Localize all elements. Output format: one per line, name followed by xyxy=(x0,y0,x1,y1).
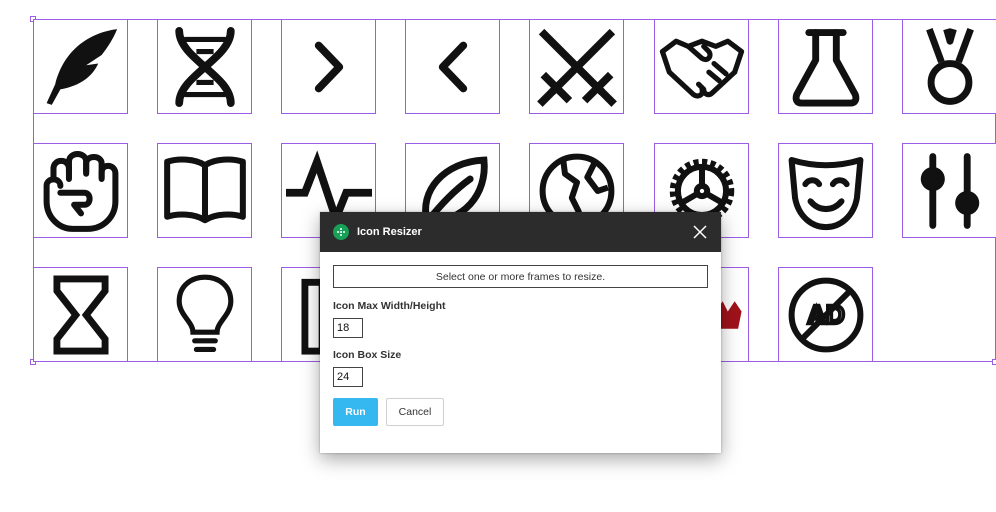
close-icon[interactable] xyxy=(691,223,709,241)
icon-frame-theater-mask[interactable] xyxy=(778,143,873,238)
icon-frame-chevron-right[interactable] xyxy=(281,19,376,114)
icon-frame-handshake[interactable] xyxy=(654,19,749,114)
cancel-button[interactable]: Cancel xyxy=(386,398,444,426)
icon-frame-no-ads[interactable]: AD xyxy=(778,267,873,362)
dialog-title: Icon Resizer xyxy=(357,226,422,238)
flask-icon xyxy=(792,28,859,107)
icon-frame-crossed-swords[interactable] xyxy=(529,19,624,114)
lightbulb-icon xyxy=(176,274,233,352)
icon-frame-lightbulb[interactable] xyxy=(157,267,252,362)
icon-frame-dna[interactable] xyxy=(157,19,252,114)
chevron-right-icon xyxy=(314,41,343,92)
icon-frame-quill[interactable] xyxy=(33,19,128,114)
open-book-icon xyxy=(163,156,246,223)
crossed-swords-icon xyxy=(536,28,617,107)
quill-icon xyxy=(46,28,117,105)
sliders-icon xyxy=(920,152,979,229)
chevron-left-icon xyxy=(438,41,467,92)
fist-icon xyxy=(43,150,118,232)
dialog-header: Icon Resizer xyxy=(320,212,721,252)
icon-frame-flask[interactable] xyxy=(778,19,873,114)
max-size-label: Icon Max Width/Height xyxy=(333,300,446,312)
icon-frame-fist[interactable] xyxy=(33,143,128,238)
dna-icon xyxy=(174,26,235,107)
icon-frame-open-book[interactable] xyxy=(157,143,252,238)
box-size-label: Icon Box Size xyxy=(333,349,402,361)
icon-resizer-dialog: Icon Resizer Select one or more frames t… xyxy=(320,212,721,453)
medal-icon xyxy=(925,27,974,105)
theater-mask-icon xyxy=(788,156,863,230)
no-ads-icon: AD xyxy=(788,277,863,352)
plugin-logo-icon xyxy=(333,224,349,240)
handshake-icon xyxy=(659,38,744,98)
run-button[interactable]: Run xyxy=(333,398,378,426)
status-message: Select one or more frames to resize. xyxy=(333,265,708,288)
icon-frame-hourglass[interactable] xyxy=(33,267,128,362)
icon-frame-chevron-left[interactable] xyxy=(405,19,500,114)
box-size-input[interactable] xyxy=(333,367,363,387)
hourglass-icon xyxy=(52,274,109,355)
selection-handle-bottom-right[interactable] xyxy=(992,359,996,365)
max-size-input[interactable] xyxy=(333,318,363,338)
icon-frame-sliders[interactable] xyxy=(902,143,996,238)
icon-frame-medal[interactable] xyxy=(902,19,996,114)
